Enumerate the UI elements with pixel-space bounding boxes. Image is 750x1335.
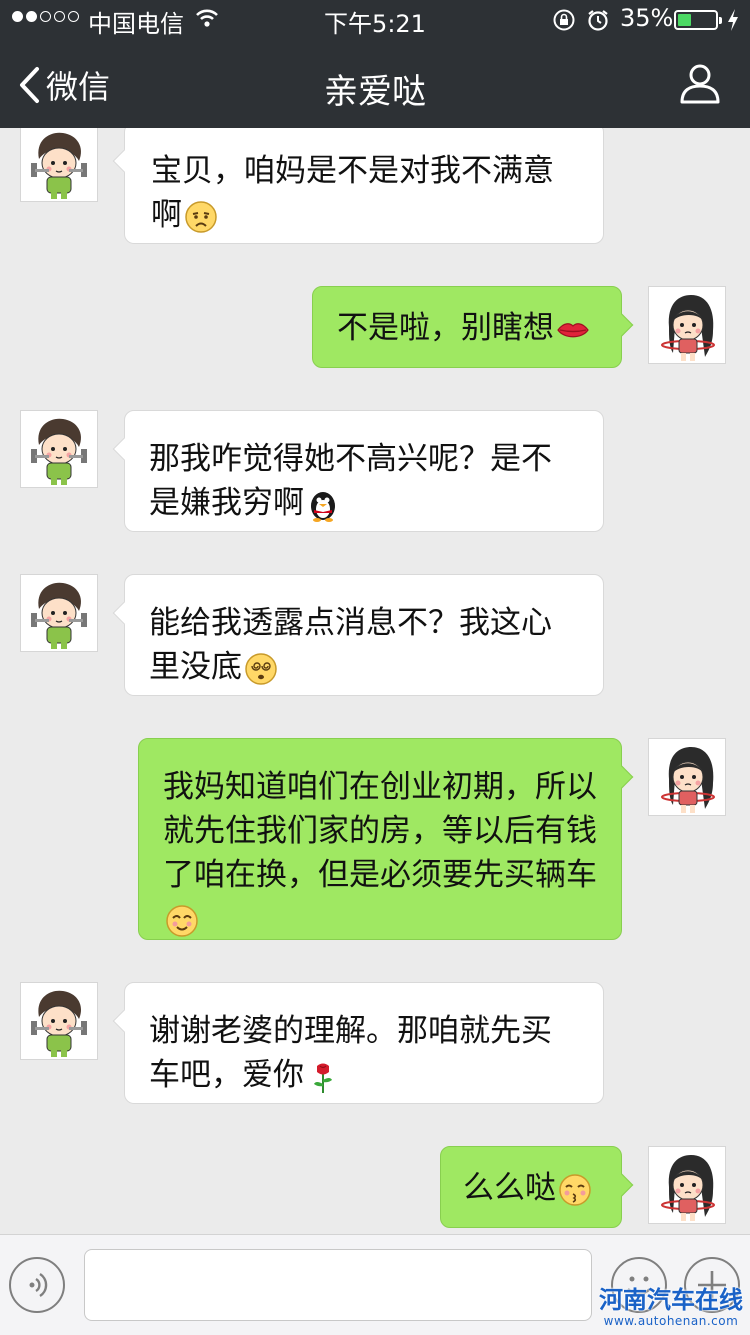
contact-avatar[interactable] xyxy=(20,982,98,1060)
rose-icon xyxy=(314,1063,332,1093)
smug-face-icon xyxy=(166,904,198,937)
sad-face-icon xyxy=(185,200,217,233)
status-bar: 中国电信 下午5:21 35% xyxy=(0,0,750,40)
alarm-icon xyxy=(588,10,608,31)
message-bubble-received[interactable]: 宝贝，咱妈是不是对我不满意啊 xyxy=(124,122,604,244)
boy-avatar-image xyxy=(21,125,98,202)
message-bubble-sent[interactable]: 不是啦，别瞎想 xyxy=(312,286,622,368)
my-avatar[interactable] xyxy=(648,1146,726,1224)
message-bubble-sent[interactable]: 我妈知道咱们在创业初期，所以就先住我们家的房，等以后有钱了咱在换，但是必须要先买… xyxy=(138,738,622,940)
kiss-face-icon xyxy=(559,1173,591,1206)
message-text: 能给我透露点消息不？我这心里没底 xyxy=(149,605,552,685)
girl-avatar-image xyxy=(649,739,726,816)
battery-percent: 35% xyxy=(620,4,674,32)
message-text: 我妈知道咱们在创业初期，所以就先住我们家的房，等以后有钱了咱在换，但是必须要先买… xyxy=(163,769,597,893)
header: 中国电信 下午5:21 35% 微信 亲爱哒 xyxy=(0,0,750,128)
message-bubble-received[interactable]: 能给我透露点消息不？我这心里没底 xyxy=(124,574,604,696)
contact-avatar[interactable] xyxy=(20,574,98,652)
contact-avatar[interactable] xyxy=(20,410,98,488)
voice-input-button[interactable] xyxy=(9,1257,65,1313)
message-text: 不是啦，别瞎想 xyxy=(337,310,554,346)
lips-icon xyxy=(557,322,589,337)
watermark-url: www.autohenan.com xyxy=(603,1314,739,1328)
penguin-icon xyxy=(311,491,335,522)
boy-avatar-image xyxy=(21,575,98,652)
site-watermark: 河南汽车在线 www.autohenan.com xyxy=(596,1286,746,1328)
message-bubble-sent[interactable]: 么么哒 xyxy=(440,1146,622,1228)
girl-avatar-image xyxy=(649,1147,726,1224)
message-text: 么么哒 xyxy=(463,1170,556,1206)
chat-title: 亲爱哒 xyxy=(324,72,426,112)
voice-wave-icon xyxy=(29,1272,48,1298)
message-bubble-received[interactable]: 谢谢老婆的理解。那咱就先买车吧，爱你 xyxy=(124,982,604,1104)
rotation-lock-icon xyxy=(553,9,575,31)
message-text: 那我咋觉得她不高兴呢？是不是嫌我穷啊 xyxy=(149,441,552,521)
charging-bolt-icon xyxy=(728,9,738,31)
message-bubble-received[interactable]: 那我咋觉得她不高兴呢？是不是嫌我穷啊 xyxy=(124,410,604,532)
chat-info-person-icon[interactable] xyxy=(680,64,720,104)
boy-avatar-image xyxy=(21,983,98,1060)
boy-avatar-image xyxy=(21,411,98,488)
dizzy-face-icon xyxy=(245,652,277,685)
battery-icon xyxy=(674,10,722,30)
message-text: 谢谢老婆的理解。那咱就先买车吧，爱你 xyxy=(149,1013,552,1093)
contact-avatar[interactable] xyxy=(20,124,98,202)
watermark-title: 河南汽车在线 xyxy=(599,1286,743,1314)
girl-avatar-image xyxy=(649,287,726,364)
message-input[interactable] xyxy=(84,1249,592,1321)
my-avatar[interactable] xyxy=(648,286,726,364)
my-avatar[interactable] xyxy=(648,738,726,816)
